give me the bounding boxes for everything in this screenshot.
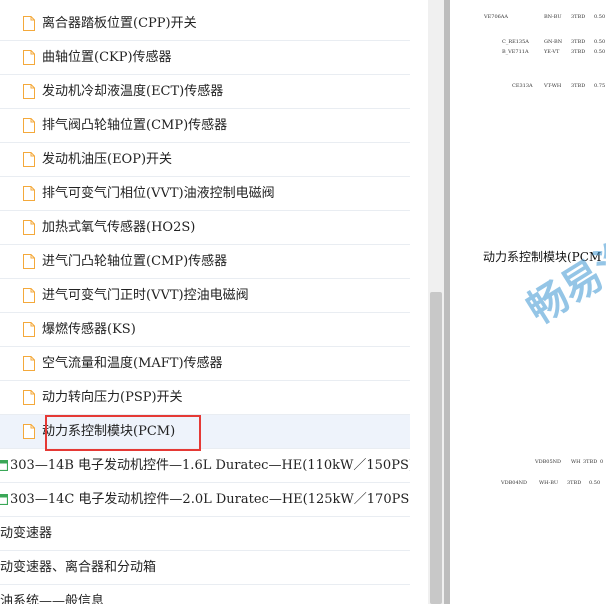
document-icon xyxy=(23,254,35,269)
wire-code: VDB05ND xyxy=(535,459,562,465)
wire-color: VT-WH xyxy=(544,83,562,89)
document-icon xyxy=(23,50,35,65)
tree-item-label: 303—14B 电子发动机控件—1.6L Duratec—HE(110kW／15… xyxy=(10,458,410,473)
tree-item[interactable]: 303—14B 电子发动机控件—1.6L Duratec—HE(110kW／15… xyxy=(0,449,410,483)
tree-item[interactable]: 进气可变气门正时(VVT)控油电磁阀 xyxy=(0,279,410,313)
tree-item-label: 进气门凸轮轴位置(CMP)传感器 xyxy=(42,254,228,269)
wire-code: B_VE711A xyxy=(502,49,529,55)
wire-color: YE-VT xyxy=(544,49,560,55)
tree-item-label: 曲轴位置(CKP)传感器 xyxy=(42,50,172,65)
folder-icon xyxy=(0,459,9,472)
document-icon xyxy=(23,84,35,99)
document-icon xyxy=(23,186,35,201)
wire-code: CE313A xyxy=(512,83,533,89)
tree-item[interactable]: 油系统——般信息 xyxy=(0,585,410,604)
tree-item[interactable]: 303—14C 电子发动机控件—2.0L Duratec—HE(125kW／17… xyxy=(0,483,410,517)
tree-item-label: 爆燃传感器(KS) xyxy=(42,322,136,337)
wire-code: VDB04ND xyxy=(501,480,528,486)
wire-size: 0.50 xyxy=(589,480,601,486)
wire-gauge: 3TBD xyxy=(571,49,586,55)
tree-item[interactable]: 排气可变气门相位(VVT)油液控制电磁阀 xyxy=(0,177,410,211)
document-icon xyxy=(23,322,35,337)
document-icon xyxy=(23,390,35,405)
wire-color: BN-BU xyxy=(544,14,562,20)
tree-item[interactable]: 加热式氧气传感器(HO2S) xyxy=(0,211,410,245)
tree-item[interactable]: 空气流量和温度(MAFT)传感器 xyxy=(0,347,410,381)
tree-item-label: 动力转向压力(PSP)开关 xyxy=(42,390,183,405)
tree-item[interactable]: 离合器踏板位置(CPP)开关 xyxy=(0,7,410,41)
tree-item-label: 303—14C 电子发动机控件—2.0L Duratec—HE(125kW／17… xyxy=(10,492,410,507)
document-icon xyxy=(23,16,35,31)
selection-highlight-box xyxy=(45,415,201,451)
tree-item-label: 动变速器、离合器和分动箱 xyxy=(0,560,157,575)
document-icon xyxy=(23,118,35,133)
wire-code: C_RE135A xyxy=(502,39,529,45)
document-icon xyxy=(23,424,35,439)
wire-gauge: 3TBD xyxy=(567,480,582,486)
document-icon xyxy=(23,356,35,371)
tree-item[interactable]: 动变速器 xyxy=(0,517,410,551)
tree-item[interactable]: 发动机油压(EOP)开关 xyxy=(0,143,410,177)
tree-item-label: 离合器踏板位置(CPP)开关 xyxy=(42,16,197,31)
document-viewer: VE706AA BN-BU 3TBD 0.50 C_RE135A GN-BN 3… xyxy=(450,0,606,604)
wire-size: 0.50 xyxy=(594,39,606,45)
tree-item-label: 进气可变气门正时(VVT)控油电磁阀 xyxy=(42,288,249,303)
wire-code: VE706AA xyxy=(484,14,509,20)
wire-gauge: 3TBD xyxy=(571,39,586,45)
wire-size: 0.50 xyxy=(594,49,606,55)
wire-gauge: 3TBD xyxy=(571,14,586,20)
watermark: 畅易汽 xyxy=(519,230,606,334)
tree-item-label: 加热式氧气传感器(HO2S) xyxy=(42,220,196,235)
tree-item-label: 发动机冷却液温度(ECT)传感器 xyxy=(42,84,224,99)
wire-size: 0.50 xyxy=(594,14,606,20)
folder-icon xyxy=(0,493,9,506)
tree-item-label: 空气流量和温度(MAFT)传感器 xyxy=(42,356,223,371)
wire-color: GN-BN xyxy=(544,39,563,45)
tree-item-label: 排气可变气门相位(VVT)油液控制电磁阀 xyxy=(42,186,275,201)
wire-gauge: 3TBD xyxy=(583,459,598,465)
tree-item-label: 发动机油压(EOP)开关 xyxy=(42,152,173,167)
tree-item-label: 排气阀凸轮轴位置(CMP)传感器 xyxy=(42,118,228,133)
document-icon xyxy=(23,288,35,303)
tree-item[interactable]: 曲轴位置(CKP)传感器 xyxy=(0,41,410,75)
tree-item[interactable]: 发动机冷却液温度(ECT)传感器 xyxy=(0,75,410,109)
tree-item[interactable]: 动变速器、离合器和分动箱 xyxy=(0,551,410,585)
wire-color: WH-BU xyxy=(539,480,559,486)
wire-color: WH xyxy=(571,459,581,465)
tree-item[interactable]: 排气阀凸轮轴位置(CMP)传感器 xyxy=(0,109,410,143)
tree-item[interactable]: 进气门凸轮轴位置(CMP)传感器 xyxy=(0,245,410,279)
tree-item[interactable]: 爆燃传感器(KS) xyxy=(0,313,410,347)
document-icon xyxy=(23,152,35,167)
tree-item-label: 动变速器 xyxy=(0,526,53,541)
document-tree: 离合器踏板位置(CPP)开关 曲轴位置(CKP)传感器发动机冷却液温度(ECT)传… xyxy=(0,0,428,604)
tree-item[interactable]: 动力转向压力(PSP)开关 xyxy=(0,381,410,415)
document-icon xyxy=(23,220,35,235)
wire-gauge: 3TBD xyxy=(571,83,586,89)
tree-item-label: 油系统——般信息 xyxy=(0,594,105,604)
wire-size: 0.75 xyxy=(594,83,606,89)
wire-size: 0 xyxy=(600,459,604,465)
tree-scrollbar-thumb[interactable] xyxy=(430,292,442,604)
